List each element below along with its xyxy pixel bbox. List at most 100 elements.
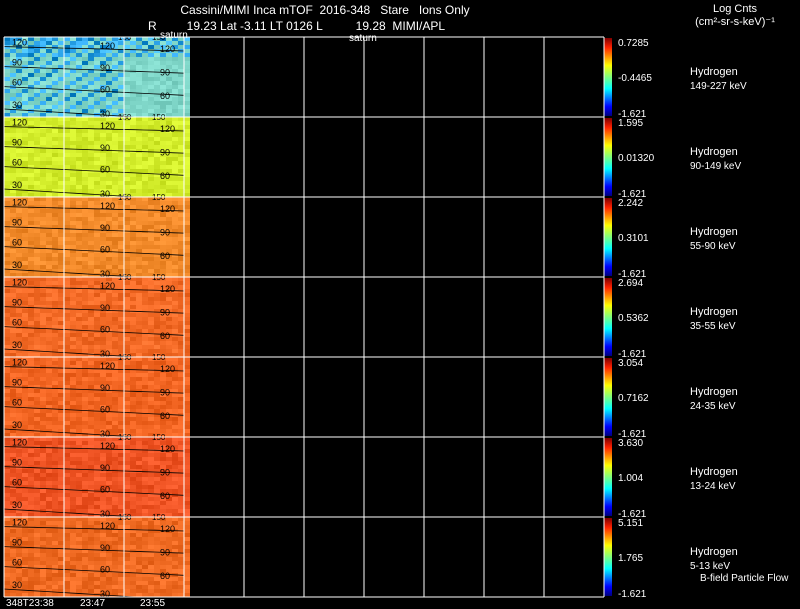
heatmap-cell xyxy=(130,177,136,181)
heatmap-cell xyxy=(82,465,88,469)
heatmap-cell xyxy=(58,49,64,53)
heatmap-cell xyxy=(124,105,130,109)
heatmap-cell xyxy=(94,537,100,541)
heatmap-cell xyxy=(142,457,148,461)
heatmap-cell xyxy=(76,565,82,569)
heatmap-cell xyxy=(4,341,10,345)
heatmap-cell xyxy=(142,325,148,329)
heatmap-cell xyxy=(112,377,118,381)
heatmap-cell xyxy=(22,93,28,97)
heatmap-cell xyxy=(58,161,64,165)
heatmap-cell xyxy=(40,89,46,93)
heatmap-cell xyxy=(178,301,184,305)
heatmap-cell xyxy=(76,425,82,429)
heatmap-cell xyxy=(172,421,178,425)
heatmap-cell xyxy=(34,341,40,345)
heatmap-cell xyxy=(172,73,178,77)
heatmap-cell xyxy=(142,513,148,517)
heatmap-cell xyxy=(34,77,40,81)
heatmap-cell xyxy=(28,321,34,325)
heatmap-cell xyxy=(178,405,184,409)
heatmap-cell xyxy=(46,425,52,429)
heatmap-cell xyxy=(94,457,100,461)
heatmap-cell xyxy=(124,53,130,57)
heatmap-cell xyxy=(64,289,70,293)
heatmap-cell xyxy=(136,201,142,205)
heatmap-cell xyxy=(130,53,136,57)
heatmap-cell xyxy=(34,513,40,517)
heatmap-cell xyxy=(148,585,154,589)
heatmap-cell xyxy=(58,401,64,405)
heatmap-cell xyxy=(58,209,64,213)
heatmap-cell xyxy=(34,185,40,189)
heatmap-cell xyxy=(184,61,190,65)
heatmap-cell xyxy=(160,141,166,145)
heatmap-cell xyxy=(172,385,178,389)
heatmap-cell xyxy=(148,285,154,289)
heatmap-cell xyxy=(58,505,64,509)
heatmap-cell xyxy=(142,61,148,65)
heatmap-cell xyxy=(52,525,58,529)
heatmap-cell xyxy=(130,385,136,389)
heatmap-cell xyxy=(58,469,64,473)
heatmap-cell xyxy=(52,361,58,365)
heatmap-cell xyxy=(106,501,112,505)
heatmap-cell xyxy=(64,481,70,485)
heatmap-cell xyxy=(184,521,190,525)
heatmap-cell xyxy=(64,453,70,457)
heatmap-cell xyxy=(148,77,154,81)
heatmap-cell xyxy=(88,313,94,317)
heatmap-cell xyxy=(4,437,10,441)
heatmap-cell xyxy=(130,497,136,501)
heatmap-cell xyxy=(88,101,94,105)
heatmap-cell xyxy=(166,189,172,193)
heatmap-cell xyxy=(40,537,46,541)
heatmap-cell xyxy=(124,553,130,557)
contour-label: 60 xyxy=(100,165,110,175)
heatmap-cell xyxy=(82,245,88,249)
heatmap-cell xyxy=(70,201,76,205)
heatmap-cell xyxy=(28,397,34,401)
heatmap-cell xyxy=(34,377,40,381)
contour-label: 120 xyxy=(160,444,175,454)
heatmap-cell xyxy=(52,121,58,125)
heatmap-cell xyxy=(172,57,178,61)
heatmap-cell xyxy=(130,301,136,305)
heatmap-cell xyxy=(52,273,58,277)
heatmap-cell xyxy=(64,177,70,181)
heatmap-cell xyxy=(64,301,70,305)
heatmap-cell xyxy=(172,541,178,545)
heatmap-cell xyxy=(16,453,22,457)
heatmap-cell xyxy=(118,93,124,97)
heatmap-cell xyxy=(52,409,58,413)
heatmap-cell xyxy=(52,137,58,141)
heatmap-cell xyxy=(112,61,118,65)
heatmap-cell xyxy=(22,193,28,197)
heatmap-cell xyxy=(166,401,172,405)
heatmap-cell xyxy=(148,185,154,189)
heatmap-cell xyxy=(16,113,22,117)
heatmap-cell xyxy=(28,69,34,73)
heatmap-cell xyxy=(184,121,190,125)
heatmap-cell xyxy=(142,241,148,245)
heatmap-cell xyxy=(172,161,178,165)
heatmap-cell xyxy=(46,561,52,565)
heatmap-cell xyxy=(4,49,10,53)
heatmap-cell xyxy=(88,277,94,281)
heatmap-cell xyxy=(4,353,10,357)
heatmap-cell xyxy=(28,481,34,485)
heatmap-cell xyxy=(52,261,58,265)
heatmap-cell xyxy=(40,341,46,345)
heatmap-cell xyxy=(124,145,130,149)
heatmap-cell xyxy=(64,561,70,565)
heatmap-cell xyxy=(64,413,70,417)
heatmap-cell xyxy=(142,97,148,101)
heatmap-cell xyxy=(28,417,34,421)
heatmap-cell xyxy=(82,53,88,57)
heatmap-cell xyxy=(22,449,28,453)
heatmap-cell xyxy=(184,193,190,197)
heatmap-cell xyxy=(52,501,58,505)
heatmap-cell xyxy=(70,509,76,513)
heatmap-cell xyxy=(82,213,88,217)
heatmap-cell xyxy=(130,425,136,429)
